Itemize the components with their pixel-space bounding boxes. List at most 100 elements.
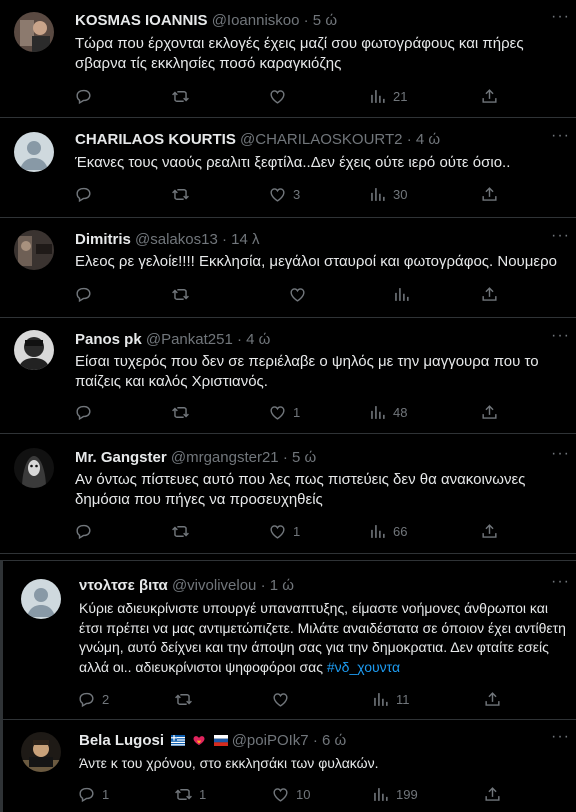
more-options-button[interactable]: ··· <box>551 327 570 345</box>
retweet-icon <box>171 522 190 541</box>
share-button[interactable] <box>480 400 505 424</box>
views-button[interactable]: 30 <box>368 182 407 206</box>
tweet-text: Είσαι τυχερός που δεν σε περιέλαβε ο ψηλ… <box>75 353 539 390</box>
timestamp[interactable]: · 14 λ <box>222 231 260 248</box>
tweet[interactable]: Bela Lugosi @poiPOIk7 · 6 ώ ··· Άντε κ τ… <box>0 720 576 812</box>
reply-icon <box>74 185 93 204</box>
share-icon <box>480 185 499 204</box>
author-name[interactable]: Panos pk <box>75 331 142 348</box>
more-options-button[interactable]: ··· <box>551 127 570 145</box>
avatar[interactable] <box>14 330 54 370</box>
more-options-button[interactable]: ··· <box>551 573 570 591</box>
like-icon <box>288 285 307 304</box>
author-handle[interactable]: @CHARILAOSKOURT2 <box>240 131 403 148</box>
author-handle[interactable]: @Pankat251 <box>146 331 233 348</box>
timestamp[interactable]: · 1 ώ <box>261 577 294 594</box>
avatar[interactable] <box>14 448 54 488</box>
avatar[interactable] <box>21 579 61 619</box>
share-button[interactable] <box>483 782 508 806</box>
retweet-button[interactable] <box>171 84 196 108</box>
author-name[interactable]: Mr. Gangster <box>75 449 167 466</box>
author-handle[interactable]: @mrgangster21 <box>171 449 279 466</box>
timestamp[interactable]: · 6 ώ <box>313 732 346 749</box>
reply-button[interactable]: 1 <box>77 782 109 806</box>
reply-icon <box>77 690 96 709</box>
like-icon <box>268 87 287 106</box>
retweet-button[interactable] <box>171 182 196 206</box>
like-button[interactable] <box>268 84 293 108</box>
retweet-icon <box>171 285 190 304</box>
reply-button[interactable] <box>74 282 99 306</box>
tweet[interactable]: Panos pk @Pankat251 · 4 ώ ··· Είσαι τυχε… <box>0 318 576 434</box>
like-button[interactable]: 3 <box>268 182 300 206</box>
share-button[interactable] <box>480 519 505 543</box>
more-options-button[interactable]: ··· <box>551 728 570 746</box>
views-button[interactable]: 48 <box>368 400 407 424</box>
reply-button[interactable] <box>74 182 99 206</box>
tweet-text: Τώρα που έρχονται εκλογές έχεις μαζί σου… <box>75 35 524 72</box>
author-handle[interactable]: @poiPOIk7 <box>232 732 309 749</box>
like-button[interactable] <box>271 687 296 711</box>
author-name[interactable]: Dimitris <box>75 231 131 248</box>
author-handle[interactable]: @Ioanniskoo <box>212 12 300 29</box>
more-options-button[interactable]: ··· <box>551 445 570 463</box>
like-icon <box>271 690 290 709</box>
timestamp[interactable]: · 5 ώ <box>283 449 316 466</box>
share-icon <box>480 522 499 541</box>
reply-button[interactable] <box>74 84 99 108</box>
tweet-actions: 1 1 10 199 <box>65 782 576 806</box>
views-button[interactable]: 21 <box>368 84 407 108</box>
author-name[interactable]: CHARILAOS KOURTIS <box>75 131 236 148</box>
retweet-button[interactable] <box>174 687 199 711</box>
tweet-header: Panos pk @Pankat251 · 4 ώ <box>75 331 546 348</box>
share-button[interactable] <box>480 182 505 206</box>
retweet-button[interactable] <box>171 519 196 543</box>
retweet-button[interactable]: 1 <box>174 782 206 806</box>
views-button[interactable]: 199 <box>371 782 418 806</box>
like-button[interactable]: 10 <box>271 782 310 806</box>
avatar[interactable] <box>14 230 54 270</box>
tweet[interactable]: KOSMAS IOANNIS @Ioanniskoo · 5 ώ ··· Τώρ… <box>0 0 576 118</box>
views-button[interactable] <box>392 282 417 306</box>
share-button[interactable] <box>483 687 508 711</box>
views-button[interactable]: 66 <box>368 519 407 543</box>
avatar[interactable] <box>21 732 61 772</box>
author-name[interactable]: KOSMAS IOANNIS <box>75 12 208 29</box>
tweet-text: Κύριε αδιευκρίνιστε υπουργέ υπαναπτυξης,… <box>79 599 568 677</box>
author-handle[interactable]: @vivolivelou <box>172 577 256 594</box>
tweet[interactable]: ντολτσε βιτα @vivolivelou · 1 ώ ··· Κύρι… <box>0 560 576 720</box>
avatar[interactable] <box>14 132 54 172</box>
retweet-button[interactable] <box>171 400 196 424</box>
timestamp[interactable]: · 4 ώ <box>407 131 440 148</box>
like-button[interactable]: 1 <box>268 400 300 424</box>
timestamp[interactable]: · 4 ώ <box>237 331 270 348</box>
like-button[interactable]: 1 <box>268 519 300 543</box>
avatar[interactable] <box>14 12 54 52</box>
tweet[interactable]: CHARILAOS KOURTIS @CHARILAOSKOURT2 · 4 ώ… <box>0 118 576 218</box>
more-options-button[interactable]: ··· <box>551 8 570 26</box>
timestamp[interactable]: · 5 ώ <box>304 12 337 29</box>
share-button[interactable] <box>480 282 505 306</box>
author-handle[interactable]: @salakos13 <box>135 231 218 248</box>
author-name[interactable]: ντολτσε βιτα <box>79 577 168 594</box>
tweet-actions <box>62 282 576 306</box>
reply-icon <box>74 403 93 422</box>
tweet[interactable]: Mr. Gangster @mrgangster21 · 5 ώ ··· Αν … <box>0 434 576 554</box>
more-options-button[interactable]: ··· <box>551 227 570 245</box>
retweet-icon <box>171 185 190 204</box>
retweet-button[interactable] <box>171 282 196 306</box>
reply-button[interactable] <box>74 519 99 543</box>
like-button[interactable] <box>288 282 313 306</box>
tweet-header: ντολτσε βιτα @vivolivelou · 1 ώ <box>79 577 546 594</box>
hashtag-link[interactable]: #νδ_χουντα <box>327 659 400 675</box>
share-icon <box>483 785 502 804</box>
tweet-header: CHARILAOS KOURTIS @CHARILAOSKOURT2 · 4 ώ <box>75 131 546 148</box>
author-name[interactable]: Bela Lugosi <box>79 732 164 749</box>
like-icon <box>271 785 290 804</box>
reply-button[interactable] <box>74 400 99 424</box>
views-button[interactable]: 11 <box>371 687 410 711</box>
tweet[interactable]: Dimitris @salakos13 · 14 λ ··· Ελεος ρε … <box>0 218 576 318</box>
reply-button[interactable]: 2 <box>77 687 109 711</box>
tweet-body: Κύριε αδιευκρίνιστε υπουργέ υπαναπτυξης,… <box>79 600 566 675</box>
share-button[interactable] <box>480 84 505 108</box>
